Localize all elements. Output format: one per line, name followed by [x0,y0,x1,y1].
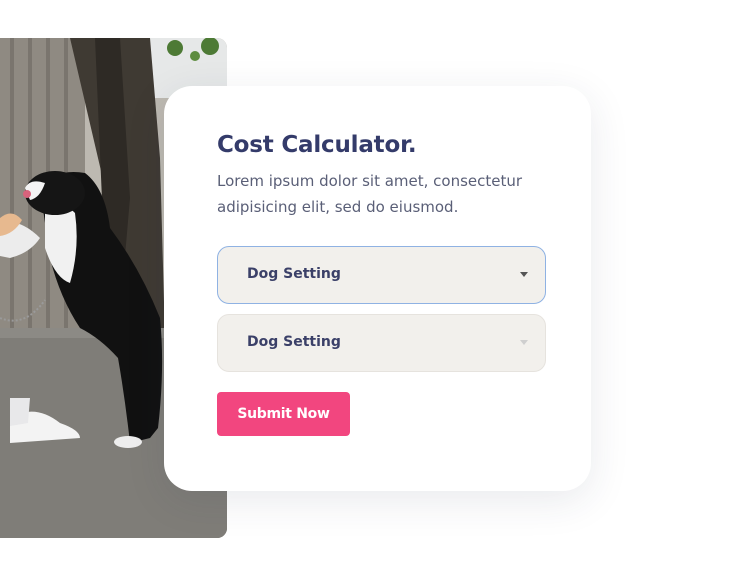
select-label: Dog Setting [247,334,341,350]
caret-down-icon [520,340,528,345]
caret-down-icon [520,272,528,277]
select-label: Dog Setting [247,266,341,282]
calculator-title: Cost Calculator. [217,132,417,158]
page: Cost Calculator. Lorem ipsum dolor sit a… [0,0,746,578]
dog-setting-select-2[interactable]: Dog Setting [217,314,546,372]
cost-calculator-card: Cost Calculator. Lorem ipsum dolor sit a… [164,86,591,491]
calculator-description: Lorem ipsum dolor sit amet, consectetur … [217,172,523,216]
submit-button[interactable]: Submit Now [217,392,350,436]
dog-setting-select-1[interactable]: Dog Setting [217,246,546,304]
